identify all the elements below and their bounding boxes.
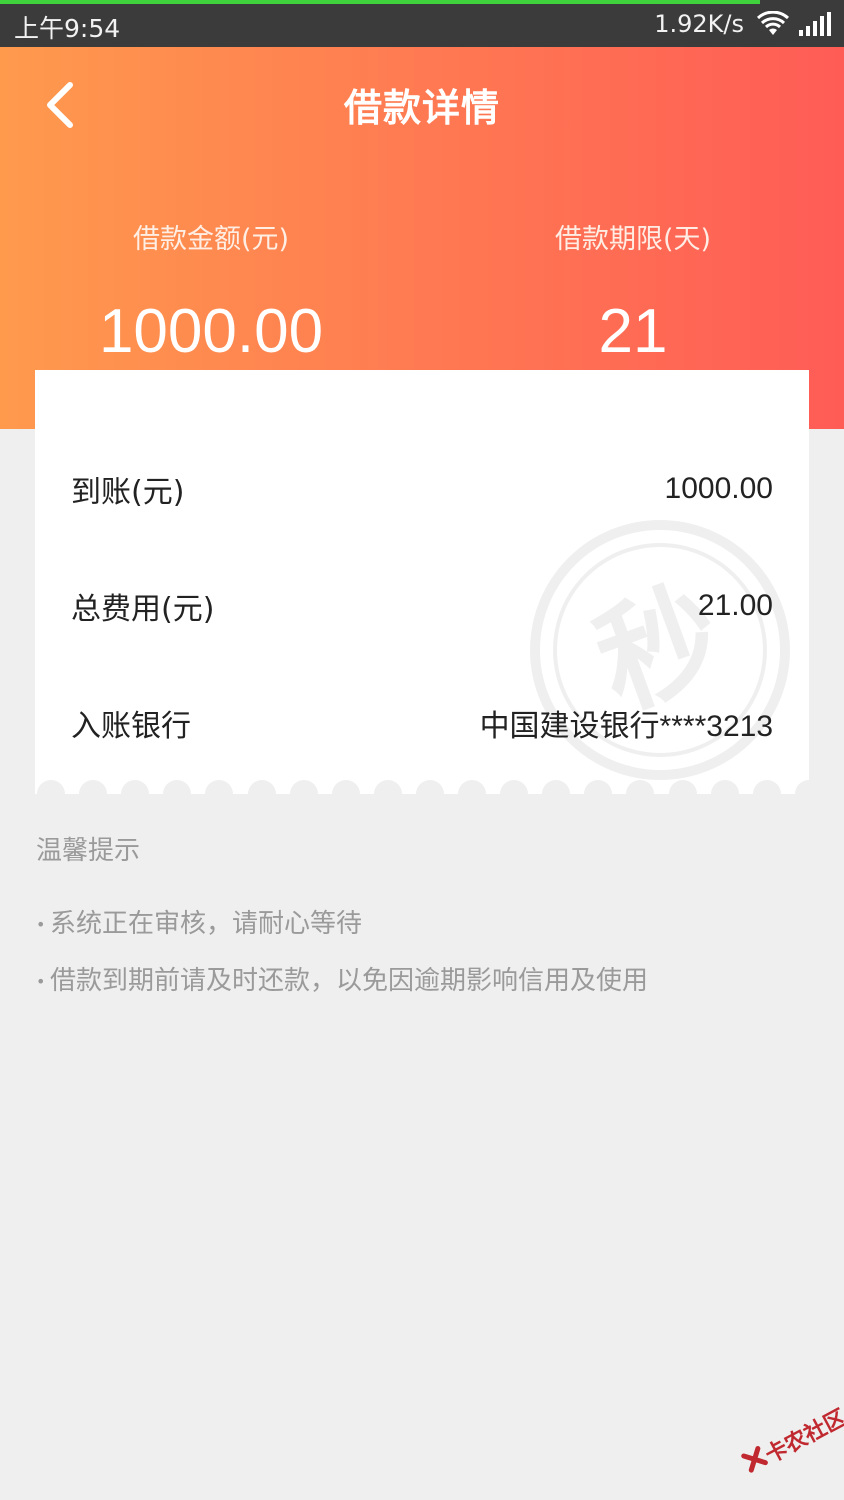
loading-progress-bar: [0, 0, 760, 4]
loan-amount-label: 借款金额(元): [132, 224, 290, 255]
status-bar: 上午9:54 1.92K/s: [0, 0, 844, 47]
total-fee-label: 总费用(元): [71, 592, 215, 627]
scallop-dot: [710, 780, 739, 794]
tip-item: • 系统正在审核，请耐心等待: [36, 903, 816, 940]
scallop-dot: [584, 780, 613, 794]
scallop-dot: [331, 780, 360, 794]
received-value: 1000.00: [664, 472, 773, 505]
scallop-dot: [247, 780, 276, 794]
loan-detail-card: 秒 到账(元) 1000.00 总费用(元) 21.00 入账银行 中国建设银行…: [35, 370, 809, 794]
scallop-dot: [205, 780, 234, 794]
tip-text: 借款到期前请及时还款，以免因逾期影响信用及使用: [50, 966, 649, 996]
scallop-dot: [289, 780, 318, 794]
loan-detail-page: 上午9:54 1.92K/s 借款详情 借款金额(元) 1000.00 借款期限…: [0, 0, 844, 1500]
page-title: 借款详情: [343, 86, 500, 130]
network-speed: 1.92K/s: [654, 10, 744, 38]
status-time: 上午9:54: [14, 14, 121, 43]
tips-section: 温馨提示 • 系统正在审核，请耐心等待 • 借款到期前请及时还款，以免因逾期影响信用…: [36, 830, 816, 997]
bank-label: 入账银行: [71, 709, 191, 744]
bullet-icon: •: [36, 972, 46, 991]
loan-amount-value: 1000.00: [98, 297, 324, 366]
scallop-dot: [79, 780, 108, 794]
scallop-dot: [121, 780, 150, 794]
scallop-dot: [163, 780, 192, 794]
signal-icon: [799, 12, 831, 36]
tips-title: 温馨提示: [36, 836, 141, 866]
scallop-dot: [500, 780, 529, 794]
loan-term-value: 21: [598, 297, 668, 366]
scallop-dot: [37, 780, 65, 794]
scallop-dot: [752, 780, 781, 794]
scallop-dot: [542, 780, 571, 794]
loan-term-label: 借款期限(天): [554, 224, 712, 255]
loan-amount-stat: 借款金额(元) 1000.00: [0, 217, 422, 367]
wifi-icon: [756, 11, 790, 35]
bullet-icon: •: [36, 915, 46, 934]
received-label: 到账(元): [71, 475, 185, 510]
bank-row: 入账银行 中国建设银行****3213: [71, 693, 773, 753]
received-row: 到账(元) 1000.00: [71, 459, 773, 519]
total-fee-value: 21.00: [697, 589, 773, 622]
loan-term-stat: 借款期限(天) 21: [422, 217, 844, 367]
watermark-text: 卡农社区: [761, 1405, 844, 1469]
scallop-dot: [668, 780, 697, 794]
card-scallop-edge: [35, 780, 809, 794]
scallop-dot: [626, 780, 655, 794]
tip-item: • 借款到期前请及时还款，以免因逾期影响信用及使用: [36, 960, 816, 997]
scallop-dot: [415, 780, 444, 794]
bank-value: 中国建设银行****3213: [479, 710, 773, 743]
scallop-dot: [458, 780, 486, 794]
watermark-logo: 卡农社区: [727, 1386, 844, 1500]
total-fee-row: 总费用(元) 21.00: [71, 576, 773, 636]
tip-text: 系统正在审核，请耐心等待: [50, 909, 363, 939]
scallop-dot: [794, 780, 809, 794]
scallop-dot: [373, 780, 402, 794]
